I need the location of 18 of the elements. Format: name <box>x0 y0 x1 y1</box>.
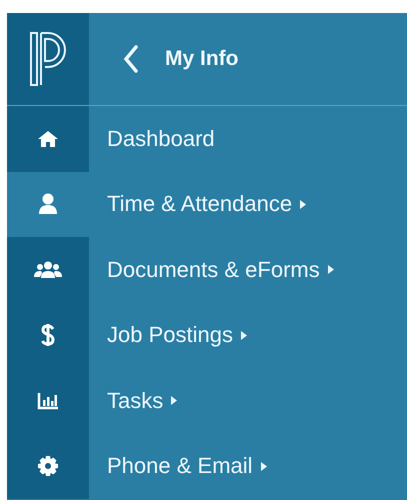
users-icon <box>34 260 62 279</box>
menu-item[interactable]: Phone & Email <box>107 453 267 480</box>
menu-item[interactable]: Documents & eForms <box>107 256 334 283</box>
menu-item[interactable]: Job Postings <box>107 322 247 348</box>
menu-item[interactable]: Time & Attendance <box>107 191 306 218</box>
dollar-icon <box>41 323 55 348</box>
menu-item[interactable]: Dashboard <box>107 126 215 152</box>
user-icon <box>38 193 58 216</box>
settings-icon <box>38 456 58 476</box>
menu-icon-tile[interactable] <box>7 434 89 499</box>
menu-icon-tile[interactable] <box>7 237 89 302</box>
menu-icon-tile[interactable] <box>7 106 89 172</box>
home-icon <box>37 130 59 148</box>
back-icon[interactable] <box>123 45 139 73</box>
menu-item[interactable]: Tasks <box>107 388 178 414</box>
page-title: My Info <box>165 47 238 71</box>
logo-icon <box>28 30 68 88</box>
chart-icon <box>37 392 59 410</box>
